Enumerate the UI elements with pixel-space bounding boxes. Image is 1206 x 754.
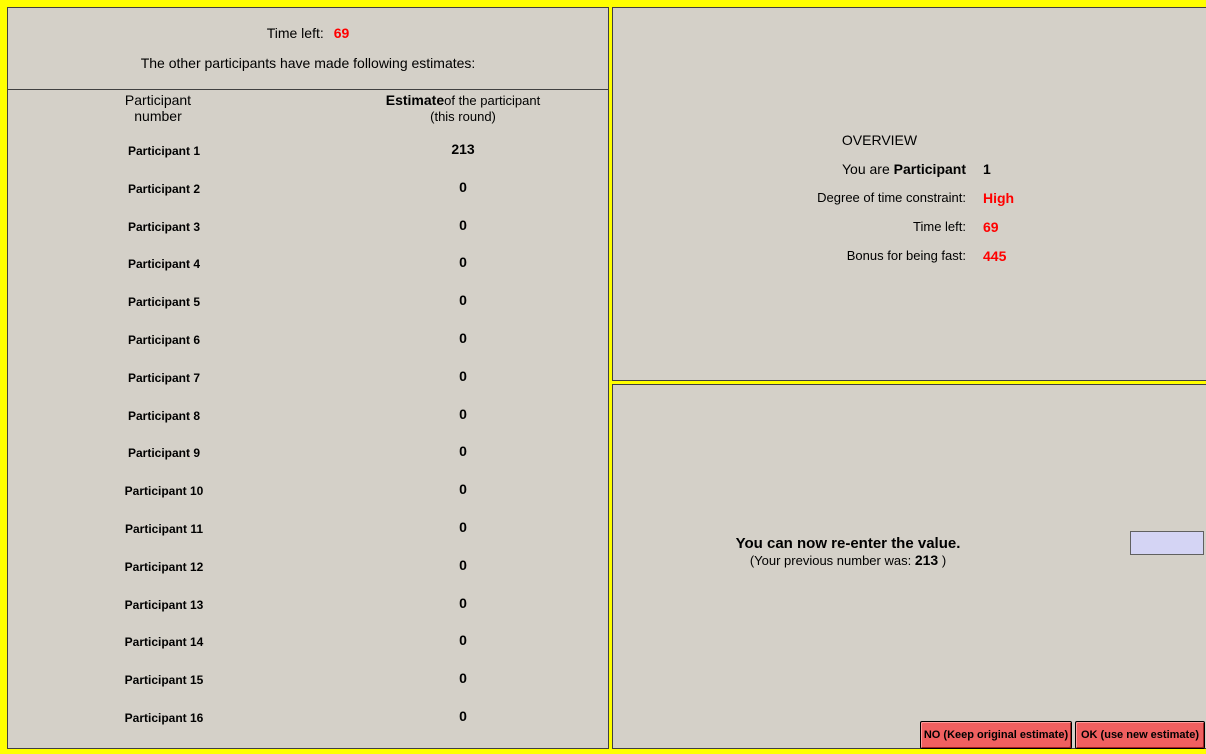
participant-estimate: 213: [451, 141, 475, 157]
participant-estimate: 0: [459, 632, 467, 649]
bonus-label: Bonus for being fast:: [846, 248, 966, 263]
participant-label: Participant 13: [124, 597, 204, 612]
time-left-value: 69: [333, 25, 350, 41]
participant-estimate: 0: [459, 367, 467, 384]
participant-label: Participant 2: [127, 181, 201, 196]
overview-time-left-label: Time left:: [913, 219, 966, 234]
previous-number-value: 213: [914, 552, 939, 568]
bonus-value: 445: [983, 248, 1007, 264]
column-header-participant-line2: number: [134, 108, 182, 124]
participant-number: 1: [983, 161, 991, 177]
overview-title: OVERVIEW: [841, 132, 918, 148]
column-header-estimate-bold: Estimate: [385, 92, 445, 108]
reenter-prompt: You can now re-enter the value. (Your pr…: [653, 535, 1043, 568]
participant-estimate: 0: [459, 443, 467, 460]
participant-label: Participant 8: [127, 408, 201, 423]
participant-label: Participant 5: [127, 295, 201, 310]
constraint-label: Degree of time constraint:: [817, 190, 966, 205]
participant-estimate: 0: [459, 519, 467, 535]
column-header-estimate-rest: of the participant: [444, 93, 541, 108]
participant-estimate: 0: [459, 216, 467, 233]
participant-estimate: 0: [459, 330, 467, 346]
overview-panel: OVERVIEW You are Participant 1 Degree of…: [612, 7, 1206, 381]
column-header-estimate: Estimateof the participant (this round): [368, 92, 558, 125]
participant-label: Participant 10: [124, 484, 204, 499]
participant-estimate: 0: [459, 178, 467, 195]
timer-line: Time left: 69: [8, 25, 608, 41]
participant-estimate: 0: [459, 405, 467, 422]
participant-label: Participant 16: [124, 711, 204, 725]
participant-label: Participant 12: [124, 559, 204, 574]
participant-estimate: 0: [459, 670, 467, 687]
column-header-participant: Participant number: [118, 92, 198, 124]
participant-label: Participant 3: [127, 219, 201, 234]
participant-label: Participant 14: [124, 635, 204, 650]
participant-label: Participant 7: [127, 370, 201, 385]
participant-label: Participant 9: [127, 446, 201, 461]
column-header-estimate-line2: (this round): [430, 109, 496, 124]
column-header-participant-line1: Participant: [124, 92, 192, 108]
participant-label: You are Participant: [842, 161, 966, 177]
reenter-panel: You can now re-enter the value. (Your pr…: [612, 384, 1206, 749]
estimates-heading: The other participants have made followi…: [140, 55, 476, 71]
previous-number-note: (Your previous number was: 213 ): [749, 552, 947, 568]
keep-original-button[interactable]: NO (Keep original estimate): [920, 721, 1072, 749]
overview-time-left-value: 69: [983, 219, 999, 235]
new-estimate-input[interactable]: [1130, 531, 1204, 555]
reenter-instruction: You can now re-enter the value.: [735, 535, 961, 552]
use-new-estimate-button[interactable]: OK (use new estimate): [1075, 721, 1205, 749]
participant-label: Participant 11: [124, 522, 204, 536]
participant-estimate: 0: [459, 594, 467, 611]
participant-label: Participant 15: [124, 673, 204, 688]
participant-label: Participant 1: [127, 144, 201, 158]
participant-estimate: 0: [459, 556, 467, 573]
participant-label: Participant 6: [127, 333, 201, 347]
participant-estimate: 0: [459, 292, 467, 309]
constraint-value: High: [983, 190, 1015, 206]
time-left-label: Time left:: [266, 25, 324, 41]
estimates-header: Time left: 69 The other participants have…: [8, 8, 608, 90]
participant-label: Participant 4: [127, 257, 201, 272]
participant-estimate: 0: [459, 481, 467, 498]
participant-estimate: 0: [459, 254, 467, 271]
estimates-panel: Time left: 69 The other participants have…: [7, 7, 609, 749]
participant-estimate: 0: [459, 708, 467, 724]
